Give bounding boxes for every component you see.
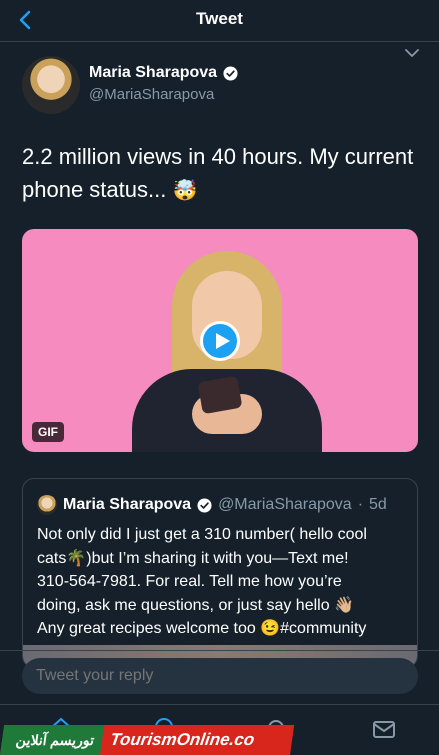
- quoted-line: cats🌴)but I’m sharing it with you—Text m…: [37, 549, 349, 567]
- author-name[interactable]: Maria Sharapova: [89, 64, 217, 82]
- verified-badge-icon: [223, 65, 238, 81]
- watermark-en-text: TourismOnline.co: [109, 730, 256, 749]
- exploding-head-emoji: 🤯: [172, 180, 198, 202]
- tweet-body: 2.2 million views in 40 hours. My curren…: [22, 144, 414, 202]
- quoted-author-handle: @MariaSharapova: [218, 496, 352, 513]
- gif-badge: GIF: [32, 422, 64, 442]
- quoted-separator: ·: [357, 496, 364, 513]
- gif-phone: [197, 375, 243, 415]
- quoted-line: Not only did I just get a 310 number( he…: [37, 526, 367, 543]
- reply-input[interactable]: [22, 658, 418, 694]
- quoted-author-name: Maria Sharapova: [63, 496, 192, 513]
- quoted-line: doing, ask me questions, or just say hel…: [37, 596, 354, 614]
- chevron-down-icon[interactable]: [402, 46, 422, 60]
- avatar[interactable]: [22, 56, 80, 114]
- quoted-line: 310-564-7981. For real. Tell me how you’…: [37, 573, 342, 590]
- watermark-logo: توریسم آنلاین TourismOnline.co: [0, 725, 295, 755]
- messages-icon[interactable]: [370, 715, 398, 743]
- author-name-row[interactable]: Maria Sharapova: [89, 64, 238, 82]
- verified-badge-icon: [197, 497, 212, 513]
- author-handle[interactable]: @MariaSharapova: [89, 86, 214, 103]
- watermark-fa-text: توریسم آنلاین: [0, 725, 105, 755]
- quoted-tweet[interactable]: Maria Sharapova @MariaSharapova · 5d Not…: [22, 478, 418, 668]
- page-title: Tweet: [196, 9, 243, 28]
- tweet-text: 2.2 million views in 40 hours. My curren…: [22, 140, 422, 208]
- play-icon[interactable]: [200, 321, 240, 361]
- quoted-tweet-header: Maria Sharapova @MariaSharapova · 5d: [37, 495, 387, 515]
- quoted-line: Any great recipes welcome too 😉#communit…: [37, 620, 367, 637]
- quoted-tweet-text: Not only did I just get a 310 number( he…: [37, 523, 407, 641]
- gif-media[interactable]: GIF: [22, 229, 418, 452]
- quoted-age: 5d: [369, 496, 387, 513]
- top-bar: Tweet: [0, 0, 439, 42]
- divider: [0, 650, 439, 651]
- quoted-avatar: [37, 495, 57, 515]
